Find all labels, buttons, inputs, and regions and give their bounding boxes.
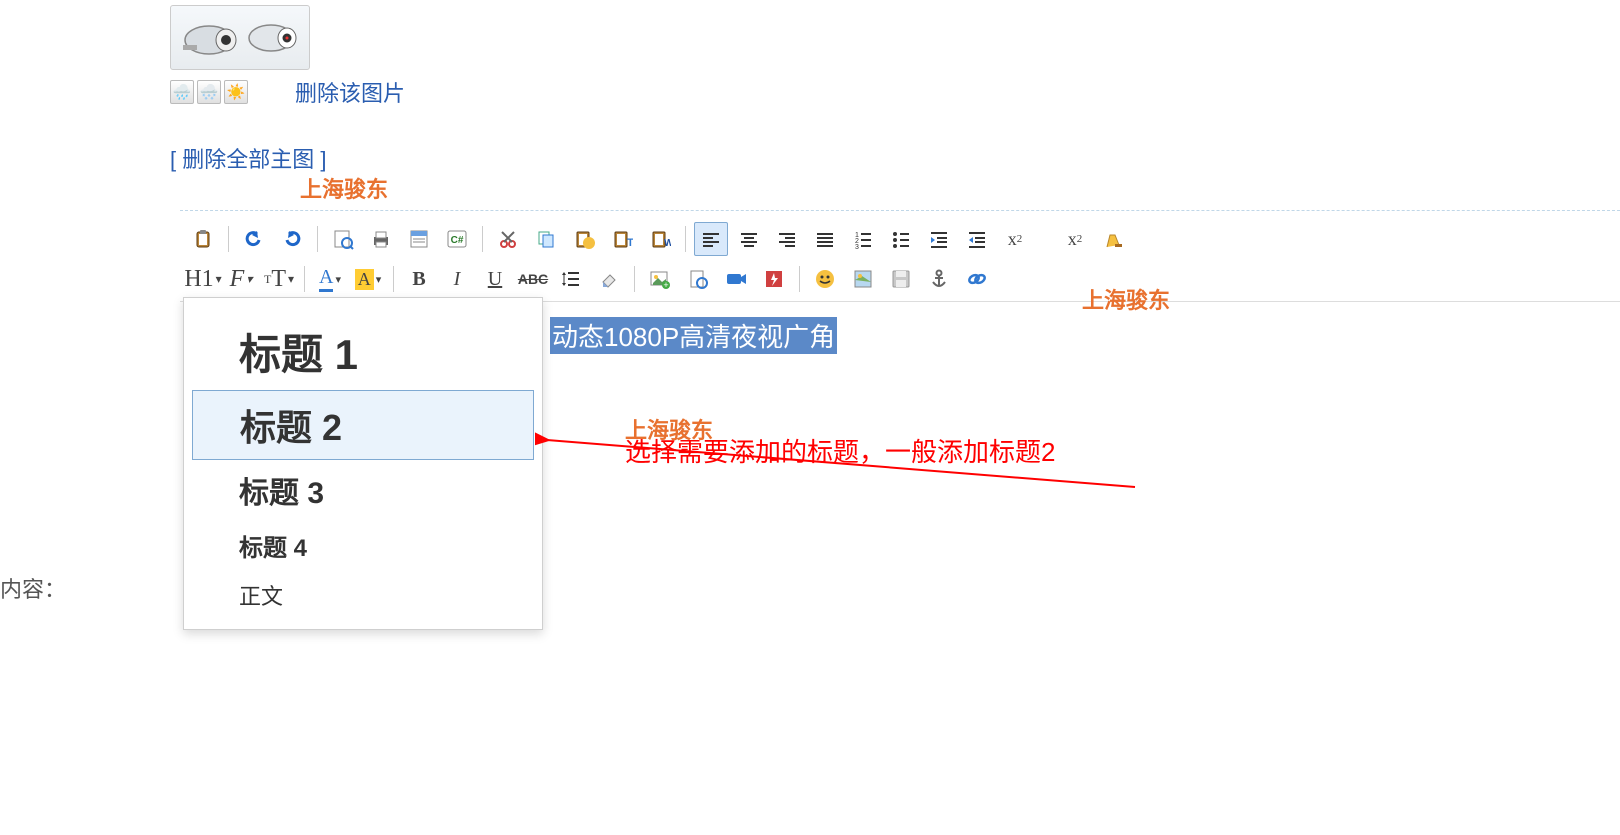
bold-icon[interactable]: B: [402, 262, 436, 296]
eraser-icon[interactable]: [592, 262, 626, 296]
rain-icon[interactable]: 🌧️: [170, 80, 194, 104]
underline-icon[interactable]: U: [478, 262, 512, 296]
template-icon[interactable]: [402, 222, 436, 256]
link-icon[interactable]: [960, 262, 994, 296]
snow-icon[interactable]: 🌨️: [197, 80, 221, 104]
heading-option-body[interactable]: 正文: [184, 571, 542, 619]
strikethrough-icon[interactable]: ABC: [516, 262, 550, 296]
svg-text:+: +: [663, 280, 668, 290]
paste-word-icon[interactable]: [567, 222, 601, 256]
clear-format-icon[interactable]: [1096, 222, 1130, 256]
emoji-icon[interactable]: [808, 262, 842, 296]
rich-text-editor: C# T W 123 x2 x2 H1▾ F▾ TT▾ A▾: [180, 210, 1620, 701]
image-effect-row: 🌧️ 🌨️ ☀️ 删除该图片: [170, 76, 1620, 108]
heading-option-h4[interactable]: 标题 4: [184, 520, 542, 571]
highlight-color-icon[interactable]: A▾: [351, 262, 385, 296]
selected-content-text: 动态1080P高清夜视广角: [550, 317, 837, 354]
source-code-icon[interactable]: C#: [440, 222, 474, 256]
align-right-icon[interactable]: [770, 222, 804, 256]
font-size-dropdown[interactable]: TT▾: [262, 262, 296, 296]
image-upload-area: 🌧️ 🌨️ ☀️ 删除该图片 [ 删除全部主图 ]: [0, 0, 1620, 174]
insert-map-icon[interactable]: [846, 262, 880, 296]
insert-image-icon[interactable]: +: [643, 262, 677, 296]
insert-flash-icon[interactable]: [757, 262, 791, 296]
preview-icon[interactable]: [326, 222, 360, 256]
redo-icon[interactable]: [275, 222, 309, 256]
copy-icon[interactable]: [529, 222, 563, 256]
content-field-label: 内容：: [0, 572, 66, 604]
subscript-icon[interactable]: x2: [998, 222, 1032, 256]
svg-text:W: W: [664, 238, 671, 249]
heading-option-h2[interactable]: 标题 2: [192, 390, 534, 460]
sun-icon[interactable]: ☀️: [224, 80, 248, 104]
align-justify-icon[interactable]: [808, 222, 842, 256]
heading-dropdown[interactable]: H1▾: [186, 262, 220, 296]
paste-html-icon[interactable]: W: [643, 222, 677, 256]
heading-menu: 标题 1 标题 2 标题 3 标题 4 正文: [183, 297, 543, 630]
svg-text:T: T: [627, 237, 633, 249]
paste-icon[interactable]: [186, 222, 220, 256]
heading-option-h3[interactable]: 标题 3: [184, 460, 542, 520]
editor-toolbar: C# T W 123 x2 x2 H1▾ F▾ TT▾ A▾: [180, 211, 1620, 301]
save-icon[interactable]: [884, 262, 918, 296]
superscript-icon[interactable]: x2: [1058, 222, 1092, 256]
unordered-list-icon[interactable]: [884, 222, 918, 256]
line-height-icon[interactable]: [554, 262, 588, 296]
delete-all-images-link[interactable]: [ 删除全部主图 ]: [170, 142, 1620, 174]
annotation-text: 选择需要添加的标题，一般添加标题2: [625, 432, 1055, 469]
heading-option-h1[interactable]: 标题 1: [184, 313, 542, 390]
watermark-text: 上海骏东: [300, 172, 388, 204]
font-color-icon[interactable]: A▾: [313, 262, 347, 296]
svg-text:C#: C#: [451, 235, 464, 246]
print-icon[interactable]: [364, 222, 398, 256]
ordered-list-icon[interactable]: 123: [846, 222, 880, 256]
italic-icon[interactable]: I: [440, 262, 474, 296]
indent-icon[interactable]: [922, 222, 956, 256]
insert-file-icon[interactable]: [681, 262, 715, 296]
product-thumbnail[interactable]: [170, 5, 310, 70]
svg-text:3: 3: [855, 244, 859, 249]
undo-icon[interactable]: [237, 222, 271, 256]
font-family-dropdown[interactable]: F▾: [224, 262, 258, 296]
paste-text-icon[interactable]: T: [605, 222, 639, 256]
editor-content[interactable]: 动态1080P高清夜视广角 标题 1 标题 2 标题 3 标题 4 正文 选择需…: [180, 301, 1620, 701]
insert-video-icon[interactable]: [719, 262, 753, 296]
anchor-icon[interactable]: [922, 262, 956, 296]
outdent-icon[interactable]: [960, 222, 994, 256]
delete-this-image-link[interactable]: 删除该图片: [295, 76, 405, 108]
cut-icon[interactable]: [491, 222, 525, 256]
align-left-icon[interactable]: [694, 222, 728, 256]
align-center-icon[interactable]: [732, 222, 766, 256]
